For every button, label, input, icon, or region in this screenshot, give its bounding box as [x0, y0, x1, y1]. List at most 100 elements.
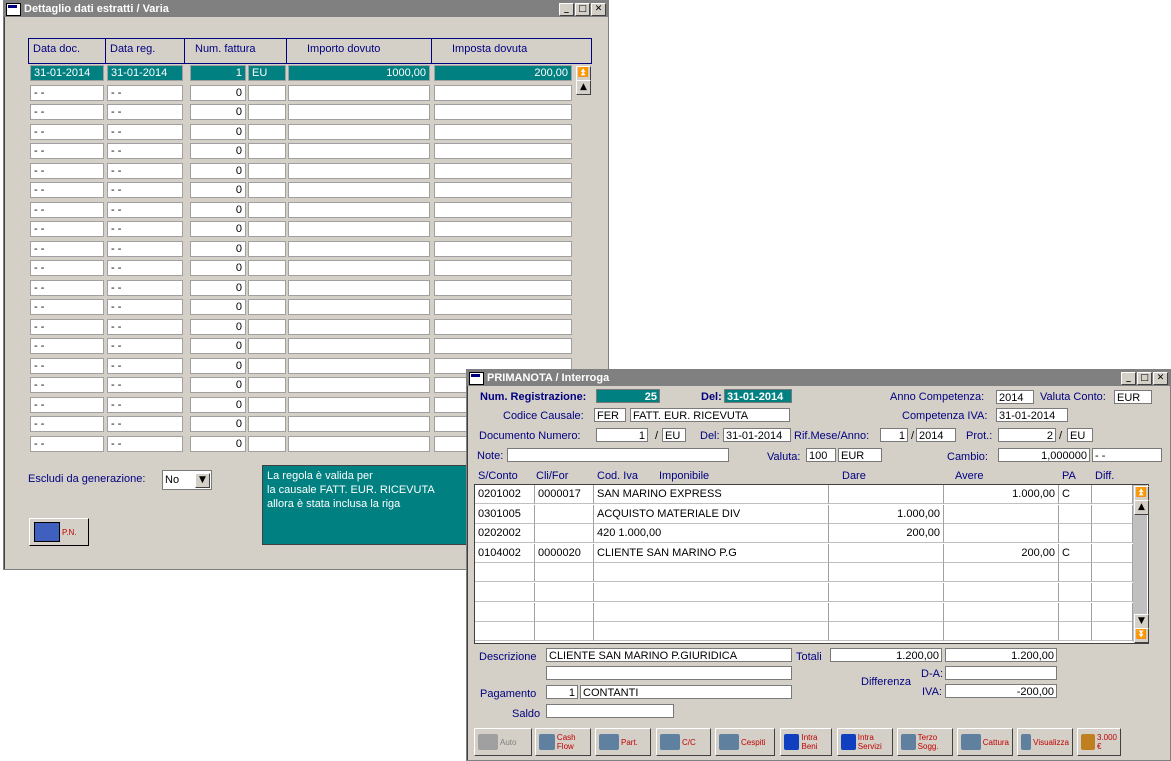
scroll-top-icon[interactable]: ⏫: [1134, 486, 1149, 501]
cell-data-reg[interactable]: - -: [107, 435, 183, 452]
cell-num[interactable]: 0: [190, 104, 246, 120]
chevron-down-icon[interactable]: ▼: [195, 473, 210, 488]
cell-ser[interactable]: [248, 221, 286, 237]
cell-importo[interactable]: [288, 299, 430, 315]
cell-num[interactable]: 0: [190, 260, 246, 276]
cell-ser[interactable]: [248, 279, 286, 296]
cell-data-doc[interactable]: - -: [30, 435, 104, 452]
cell-num[interactable]: 0: [190, 279, 246, 296]
cell-diff[interactable]: [1092, 622, 1133, 642]
cell-imposta[interactable]: [434, 299, 572, 315]
cell-importo[interactable]: [288, 84, 430, 101]
cell-pa[interactable]: [1059, 622, 1092, 642]
cell-data-reg[interactable]: - -: [107, 377, 183, 393]
cell-desc[interactable]: CLIENTE SAN MARINO P.G: [594, 543, 829, 563]
cell-diff[interactable]: [1092, 563, 1133, 583]
cell-desc[interactable]: [594, 583, 829, 602]
codice-causale-field[interactable]: FER: [594, 408, 626, 422]
cell-avere[interactable]: [944, 524, 1059, 544]
cell-ser[interactable]: [248, 104, 286, 120]
cell-diff[interactable]: [1092, 583, 1133, 602]
cell-importo[interactable]: [288, 182, 430, 198]
cell-num[interactable]: 0: [190, 435, 246, 452]
cell-imposta[interactable]: [434, 143, 572, 159]
cell-clifor[interactable]: 0000020: [535, 543, 594, 563]
prot-field[interactable]: 2: [998, 428, 1056, 442]
cell-ser[interactable]: EU: [248, 65, 286, 81]
cell-importo[interactable]: [288, 240, 430, 257]
partite-button[interactable]: Part.: [595, 728, 651, 756]
euro-button[interactable]: 3.000 €: [1077, 728, 1121, 756]
cell-imposta[interactable]: [434, 318, 572, 335]
causale-desc-field[interactable]: FATT. EUR. RICEVUTA: [630, 408, 790, 422]
cell-pa[interactable]: [1059, 602, 1092, 622]
valuta-field[interactable]: EUR: [838, 448, 882, 462]
cell-diff[interactable]: [1092, 504, 1133, 524]
cell-data-reg[interactable]: 31-01-2014: [107, 65, 183, 81]
cell-imposta[interactable]: [434, 182, 572, 198]
cell-importo[interactable]: [288, 123, 430, 140]
cell-avere[interactable]: [944, 583, 1059, 602]
intra-servizi-button[interactable]: Intra Servizi: [837, 728, 893, 756]
anno-comp-field[interactable]: 2014: [996, 390, 1034, 404]
cell-num[interactable]: 0: [190, 143, 246, 159]
cell-data-doc[interactable]: - -: [30, 221, 104, 237]
scroll-top-icon[interactable]: ⏫: [576, 66, 591, 81]
intra-beni-button[interactable]: Intra Beni: [780, 728, 832, 756]
cell-ser[interactable]: [248, 143, 286, 159]
cell-data-reg[interactable]: - -: [107, 416, 183, 432]
minimize-icon[interactable]: _: [559, 2, 574, 16]
cell-avere[interactable]: [944, 602, 1059, 622]
scroll-up-icon[interactable]: ▲: [576, 80, 591, 95]
cell-desc[interactable]: SAN MARINO EXPRESS: [594, 485, 829, 504]
cell-ser[interactable]: [248, 123, 286, 140]
cell-num[interactable]: 0: [190, 377, 246, 393]
cash-flow-button[interactable]: Cash Flow: [535, 728, 591, 756]
cell-importo[interactable]: [288, 377, 430, 393]
cell-imposta[interactable]: [434, 338, 572, 354]
cc-button[interactable]: C/C: [656, 728, 711, 756]
cell-dare[interactable]: [829, 583, 944, 602]
rif-anno-field[interactable]: 2014: [916, 428, 956, 442]
cell-data-reg[interactable]: - -: [107, 279, 183, 296]
visualizza-button[interactable]: Visualizza: [1017, 728, 1073, 756]
cell-pa[interactable]: [1059, 563, 1092, 583]
cell-clifor[interactable]: [535, 622, 594, 642]
competenza-iva-field[interactable]: 31-01-2014: [996, 408, 1068, 422]
cell-dare[interactable]: [829, 622, 944, 642]
cell-data-reg[interactable]: - -: [107, 221, 183, 237]
cell-desc[interactable]: ACQUISTO MATERIALE DIV: [594, 504, 829, 524]
cell-num[interactable]: 0: [190, 357, 246, 374]
cell-data-reg[interactable]: - -: [107, 318, 183, 335]
cell-data-doc[interactable]: - -: [30, 182, 104, 198]
cell-data-doc[interactable]: - -: [30, 338, 104, 354]
cell-ser[interactable]: [248, 162, 286, 179]
cell-data-doc[interactable]: - -: [30, 143, 104, 159]
cell-data-doc[interactable]: - -: [30, 162, 104, 179]
cell-diff[interactable]: [1092, 485, 1133, 504]
cell-imposta[interactable]: [434, 260, 572, 276]
diff-iva-field[interactable]: -200,00: [945, 684, 1057, 698]
cell-pa[interactable]: [1059, 524, 1092, 544]
cell-pa[interactable]: C: [1059, 543, 1092, 563]
cell-sconto[interactable]: [475, 622, 535, 642]
cell-avere[interactable]: [944, 563, 1059, 583]
cell-num[interactable]: 1: [190, 65, 246, 81]
cell-importo[interactable]: [288, 396, 430, 413]
diff-da-field[interactable]: [945, 666, 1057, 680]
pn-button[interactable]: P.N.: [29, 518, 89, 546]
cell-avere[interactable]: 1.000,00: [944, 485, 1059, 504]
prot-serie-field[interactable]: EU: [1067, 428, 1093, 442]
cell-ser[interactable]: [248, 435, 286, 452]
cell-data-reg[interactable]: - -: [107, 143, 183, 159]
cell-data-doc[interactable]: - -: [30, 84, 104, 101]
cell-avere[interactable]: 200,00: [944, 543, 1059, 563]
cell-data-reg[interactable]: - -: [107, 338, 183, 354]
cell-data-doc[interactable]: - -: [30, 279, 104, 296]
cell-importo[interactable]: [288, 357, 430, 374]
cell-importo[interactable]: [288, 338, 430, 354]
cell-ser[interactable]: [248, 260, 286, 276]
cell-imposta[interactable]: [434, 279, 572, 296]
cell-imposta[interactable]: [434, 84, 572, 101]
cell-num[interactable]: 0: [190, 84, 246, 101]
